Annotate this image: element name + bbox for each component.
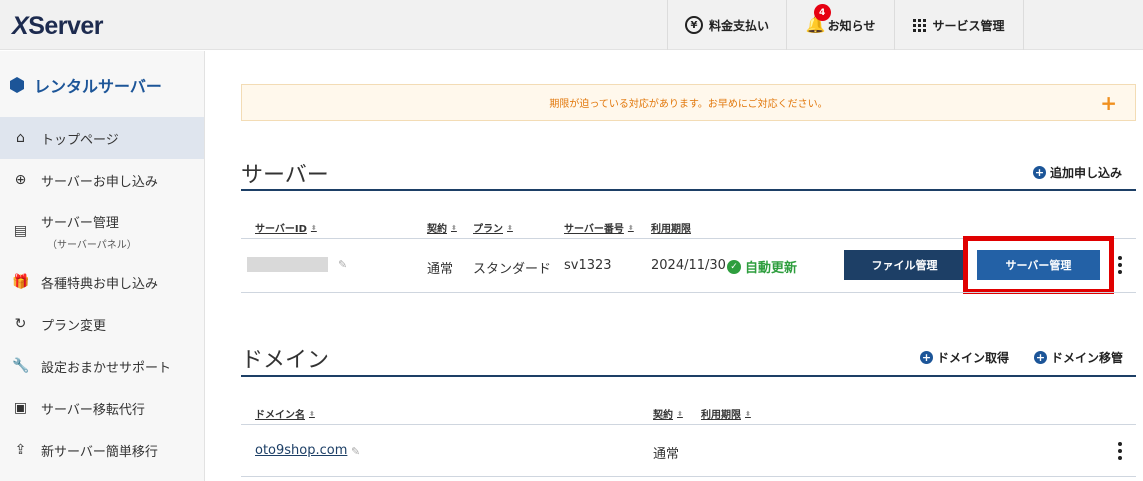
domain-contract: 通常 bbox=[653, 447, 680, 462]
column-header-contract[interactable]: 契約 ⬍ bbox=[427, 220, 457, 235]
sort-icon: ⬍ bbox=[627, 223, 634, 232]
nav-payment[interactable]: ¥ 料金支払い bbox=[667, 0, 786, 50]
sidebar-title[interactable]: レンタルサーバー bbox=[10, 73, 162, 97]
kebab-menu-icon[interactable] bbox=[1118, 256, 1122, 274]
server-number: sv1323 bbox=[564, 258, 612, 273]
sort-icon: ⬍ bbox=[745, 409, 751, 418]
check-circle-icon: ✓ bbox=[727, 259, 741, 274]
masked-server-id bbox=[247, 257, 328, 272]
deadline-alert[interactable]: 期限が迫っている対応があります。お早めにご対応ください。 + bbox=[241, 84, 1136, 121]
server-cube-icon bbox=[10, 77, 24, 93]
server-section-title: サーバー bbox=[241, 163, 329, 188]
xserver-logo[interactable]: XServer bbox=[12, 12, 104, 41]
sort-icon: ⬍ bbox=[451, 223, 457, 232]
column-header-domain-expiry[interactable]: 利用期限 ⬍ bbox=[701, 406, 751, 421]
section-divider bbox=[241, 375, 1136, 377]
top-header: XServer ¥ 料金支払い 🔔 4 お知らせ サービス管理 bbox=[0, 0, 1143, 50]
highlight-box bbox=[963, 236, 1114, 294]
sidebar-item-server-migration[interactable]: ▣ サーバー移転代行 bbox=[0, 387, 204, 429]
sort-icon: ⬍ bbox=[309, 409, 315, 418]
sort-icon: ⬍ bbox=[677, 409, 683, 418]
nav-service-label: サービス管理 bbox=[932, 18, 1005, 33]
pencil-icon[interactable]: ✎ bbox=[351, 445, 360, 458]
table-divider bbox=[241, 424, 1136, 425]
kebab-menu-icon[interactable] bbox=[1118, 442, 1122, 460]
home-icon: ⌂ bbox=[16, 130, 25, 146]
domain-transfer-link[interactable]: + ドメイン移管 bbox=[1034, 349, 1123, 366]
sidebar-item-benefits[interactable]: 🎁 各種特典お申し込み bbox=[0, 261, 204, 303]
sort-icon: ⬍ bbox=[310, 223, 317, 232]
server-plan: スタンダード bbox=[473, 262, 552, 277]
auto-renew-status: ✓ 自動更新 bbox=[727, 257, 797, 276]
notification-badge: 4 bbox=[813, 4, 831, 21]
nav-service-management[interactable]: サービス管理 bbox=[894, 0, 1024, 50]
plus-circle-icon: + bbox=[920, 351, 933, 364]
nav-payment-label: 料金支払い bbox=[708, 18, 769, 33]
table-row-divider bbox=[241, 476, 1136, 477]
server-contract: 通常 bbox=[427, 262, 454, 277]
server-move-icon: ▣ bbox=[13, 400, 28, 416]
table-row-divider bbox=[241, 292, 1136, 293]
nav-news[interactable]: 🔔 4 お知らせ bbox=[786, 0, 894, 50]
sort-icon: ⬍ bbox=[507, 223, 513, 232]
sidebar: レンタルサーバー ⌂ トップページ ⊕ サーバーお申し込み ▤ サーバー管理 （… bbox=[0, 51, 205, 481]
plus-circle-icon: + bbox=[1034, 351, 1047, 364]
add-server-link[interactable]: + 追加申し込み bbox=[1033, 164, 1122, 181]
upload-icon: ⇪ bbox=[14, 442, 27, 458]
pencil-icon[interactable]: ✎ bbox=[338, 258, 347, 271]
sidebar-item-plan-change[interactable]: ↻ プラン変更 bbox=[0, 303, 204, 345]
grid-icon bbox=[913, 18, 927, 32]
sidebar-item-easy-migration[interactable]: ⇪ 新サーバー簡単移行 bbox=[0, 429, 204, 471]
domain-name-link[interactable]: oto9shop.com bbox=[255, 443, 347, 458]
section-divider bbox=[241, 189, 1136, 191]
sidebar-item-setup-support[interactable]: 🔧 設定おまかせサポート bbox=[0, 345, 204, 387]
sidebar-item-server-panel[interactable]: ▤ サーバー管理 （サーバーパネル） bbox=[0, 201, 204, 261]
yen-icon: ¥ bbox=[684, 16, 703, 34]
refresh-icon: ↻ bbox=[14, 316, 27, 332]
sidebar-item-server-apply[interactable]: ⊕ サーバーお申し込み bbox=[0, 159, 204, 201]
alert-text: 期限が迫っている対応があります。お早めにご対応ください。 bbox=[549, 99, 828, 110]
column-header-domain-contract[interactable]: 契約 ⬍ bbox=[653, 406, 683, 421]
bell-icon: 🔔 4 bbox=[806, 4, 831, 34]
column-header-expiry[interactable]: 利用期限 bbox=[651, 220, 691, 235]
expand-plus-icon[interactable]: + bbox=[1100, 91, 1117, 115]
plus-circle-icon: + bbox=[1033, 166, 1046, 179]
column-header-server-id[interactable]: サーバーID ⬍ bbox=[255, 220, 317, 235]
domain-section-title: ドメイン bbox=[241, 348, 330, 373]
column-header-plan[interactable]: プラン ⬍ bbox=[473, 220, 513, 235]
sidebar-item-top-page[interactable]: ⌂ トップページ bbox=[0, 117, 204, 159]
wrench-icon: 🔧 bbox=[12, 358, 30, 374]
column-header-server-number[interactable]: サーバー番号 ⬍ bbox=[564, 220, 634, 235]
column-header-domain-name[interactable]: ドメイン名 ⬍ bbox=[255, 406, 315, 421]
domain-acquire-link[interactable]: + ドメイン取得 bbox=[920, 349, 1009, 366]
nav-news-label: お知らせ bbox=[827, 18, 876, 33]
gift-icon: 🎁 bbox=[12, 274, 30, 290]
server-icon: ▤ bbox=[13, 223, 28, 239]
file-manager-button[interactable]: ファイル管理 bbox=[844, 250, 965, 280]
server-expiry: 2024/11/30 bbox=[651, 258, 726, 273]
plus-circle-icon: ⊕ bbox=[14, 172, 27, 188]
